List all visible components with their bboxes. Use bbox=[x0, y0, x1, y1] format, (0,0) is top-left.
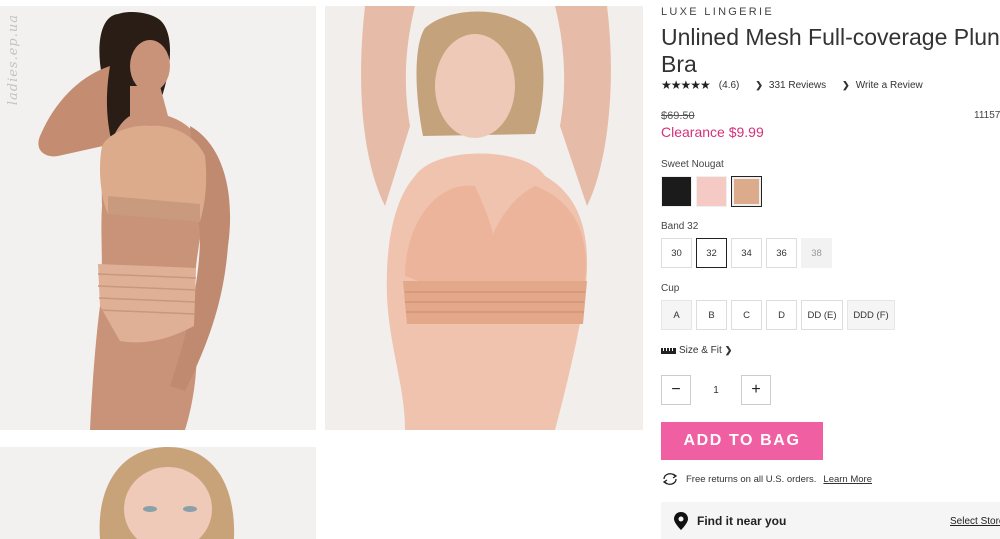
find-store-bar: Find it near you Select Store bbox=[661, 502, 1000, 539]
quantity-decrease-button[interactable]: − bbox=[661, 375, 691, 405]
quantity-stepper: − 1 + bbox=[661, 375, 771, 405]
cup-option-d[interactable]: D bbox=[766, 300, 797, 330]
band-option-34[interactable]: 34 bbox=[731, 238, 762, 268]
cup-option-ddd[interactable]: DDD (F) bbox=[847, 300, 895, 330]
color-label: Sweet Nougat bbox=[661, 159, 724, 170]
model-image-closeup bbox=[0, 447, 316, 539]
rating-value: (4.6) bbox=[718, 79, 740, 91]
original-price: $69.50 bbox=[661, 110, 695, 122]
swatch-sweet-nougat[interactable] bbox=[731, 176, 762, 207]
band-options: 30 32 34 36 38 bbox=[661, 238, 832, 268]
model-image-front bbox=[325, 6, 643, 430]
product-sku: 11157 bbox=[974, 110, 1000, 121]
swatch-blush[interactable] bbox=[696, 176, 727, 207]
add-to-bag-button[interactable]: ADD TO BAG bbox=[661, 422, 823, 460]
product-photo-3[interactable] bbox=[0, 447, 316, 539]
band-option-38[interactable]: 38 bbox=[801, 238, 832, 268]
write-review-link[interactable]: ❯ Write a Review bbox=[842, 80, 923, 91]
returns-cycle-icon bbox=[662, 473, 678, 485]
cup-option-dd[interactable]: DD (E) bbox=[801, 300, 843, 330]
swatch-black[interactable] bbox=[661, 176, 692, 207]
cup-label: Cup bbox=[661, 283, 680, 294]
free-returns-notice: Free returns on all U.S. orders. Learn M… bbox=[661, 472, 872, 486]
product-photo-1[interactable]: ladies.ep.ua bbox=[0, 6, 316, 430]
clearance-price: Clearance $9.99 bbox=[661, 124, 764, 140]
band-option-32[interactable]: 32 bbox=[696, 238, 727, 268]
star-rating-icon: ★★★★★ bbox=[661, 78, 711, 92]
find-near-you-label: Find it near you bbox=[697, 513, 787, 528]
size-fit-link[interactable]: Size & Fit ❯ bbox=[661, 345, 732, 356]
chevron-right-icon: ❯ bbox=[724, 345, 733, 355]
brand-label: LUXE LINGERIE bbox=[661, 6, 775, 18]
quantity-value[interactable]: 1 bbox=[691, 385, 741, 396]
rating-row: ★★★★★ (4.6) ❯ 331 Reviews ❯ Write a Revi… bbox=[661, 78, 923, 92]
product-photo-2[interactable] bbox=[325, 6, 643, 430]
band-label: Band 32 bbox=[661, 221, 699, 232]
band-option-30[interactable]: 30 bbox=[661, 238, 692, 268]
product-title: Unlined Mesh Full-coverage Plunge Bra bbox=[661, 24, 1000, 77]
chevron-right-icon: ❯ bbox=[842, 79, 850, 90]
select-store-link[interactable]: Select Store bbox=[950, 516, 1000, 527]
reviews-link[interactable]: ❯ 331 Reviews bbox=[755, 80, 826, 91]
product-panel: LUXE LINGERIE Unlined Mesh Full-coverage… bbox=[661, 0, 1000, 539]
size-fit-label: Size & Fit bbox=[679, 345, 722, 356]
cup-option-b[interactable]: B bbox=[696, 300, 727, 330]
ruler-icon bbox=[661, 347, 676, 354]
write-review-label: Write a Review bbox=[855, 79, 923, 91]
chevron-right-icon: ❯ bbox=[755, 79, 763, 90]
quantity-increase-button[interactable]: + bbox=[741, 375, 771, 405]
cup-option-c[interactable]: C bbox=[731, 300, 762, 330]
reviews-link-label: 331 Reviews bbox=[768, 79, 827, 91]
watermark: ladies.ep.ua bbox=[6, 14, 21, 106]
model-image-side bbox=[0, 6, 316, 430]
location-pin-icon bbox=[674, 511, 688, 530]
learn-more-link[interactable]: Learn More bbox=[823, 474, 872, 485]
cup-options: A B C D DD (E) DDD (F) bbox=[661, 300, 895, 330]
cup-option-a[interactable]: A bbox=[661, 300, 692, 330]
returns-text: Free returns on all U.S. orders. bbox=[686, 473, 817, 485]
band-option-36[interactable]: 36 bbox=[766, 238, 797, 268]
color-swatches bbox=[661, 176, 762, 207]
